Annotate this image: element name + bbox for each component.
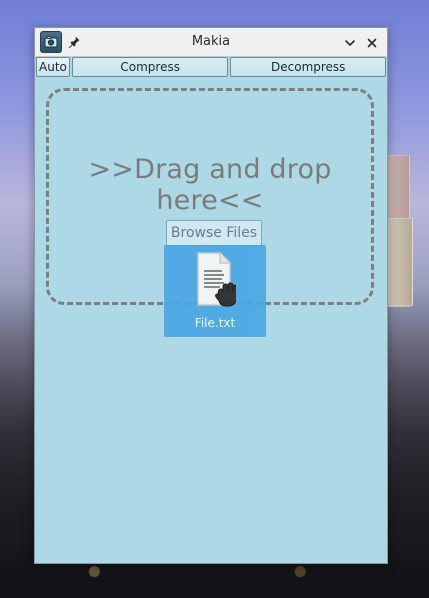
auto-button[interactable]: Auto — [36, 57, 70, 77]
drop-zone[interactable]: >>Drag and drop here<< Browse Files File… — [46, 88, 374, 337]
drag-ghost: File.txt — [164, 245, 266, 337]
title-bar[interactable]: Makia — [35, 28, 387, 57]
chevron-down-icon[interactable] — [343, 35, 357, 49]
dragging-file-label: File.txt — [194, 316, 236, 330]
browse-files-button[interactable]: Browse Files — [166, 220, 262, 246]
close-icon[interactable] — [365, 35, 379, 49]
app-window: Makia Auto Compress Decompress >>Drag an… — [34, 27, 388, 564]
document-icon — [192, 251, 237, 309]
drop-instructions: >>Drag and drop here<< — [88, 154, 332, 216]
decompress-button[interactable]: Decompress — [230, 57, 386, 77]
mode-buttons-row: Auto Compress Decompress — [36, 57, 386, 77]
background-tower — [381, 155, 413, 307]
window-title: Makia — [191, 34, 231, 49]
compress-button[interactable]: Compress — [71, 57, 229, 77]
